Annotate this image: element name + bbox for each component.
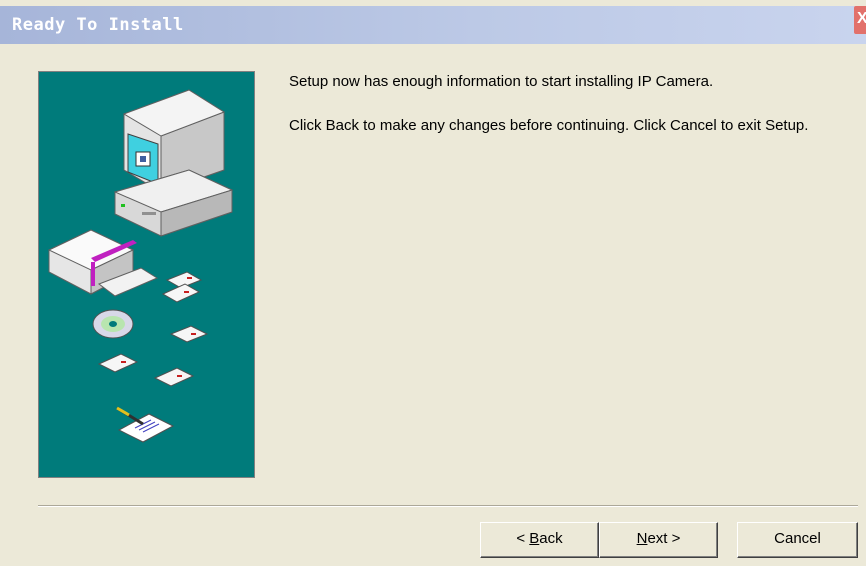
window-title: Ready To Install [12,15,184,35]
divider [38,505,858,507]
close-button[interactable]: X [854,6,866,34]
title-bar[interactable]: Ready To Install [0,6,866,44]
info-text-line1: Setup now has enough information to star… [289,73,714,90]
wizard-illustration [38,71,255,478]
cancel-label: Cancel [774,530,821,547]
cancel-button[interactable]: Cancel [737,522,858,558]
next-button[interactable]: Next > [599,522,718,558]
back-accel: B [529,530,540,547]
back-label: ack [539,530,563,547]
next-accel: N [636,530,648,547]
info-text-line2: Click Back to make any changes before co… [289,117,809,134]
setup-wizard-window: Ready To Install X Setup now has enough … [0,0,866,566]
computer-disks-cd-illustration-icon [47,89,234,443]
next-label: ext > [647,530,681,547]
back-prefix: < [516,530,530,547]
close-icon: X [857,10,866,27]
back-button[interactable]: < Back [480,522,599,558]
